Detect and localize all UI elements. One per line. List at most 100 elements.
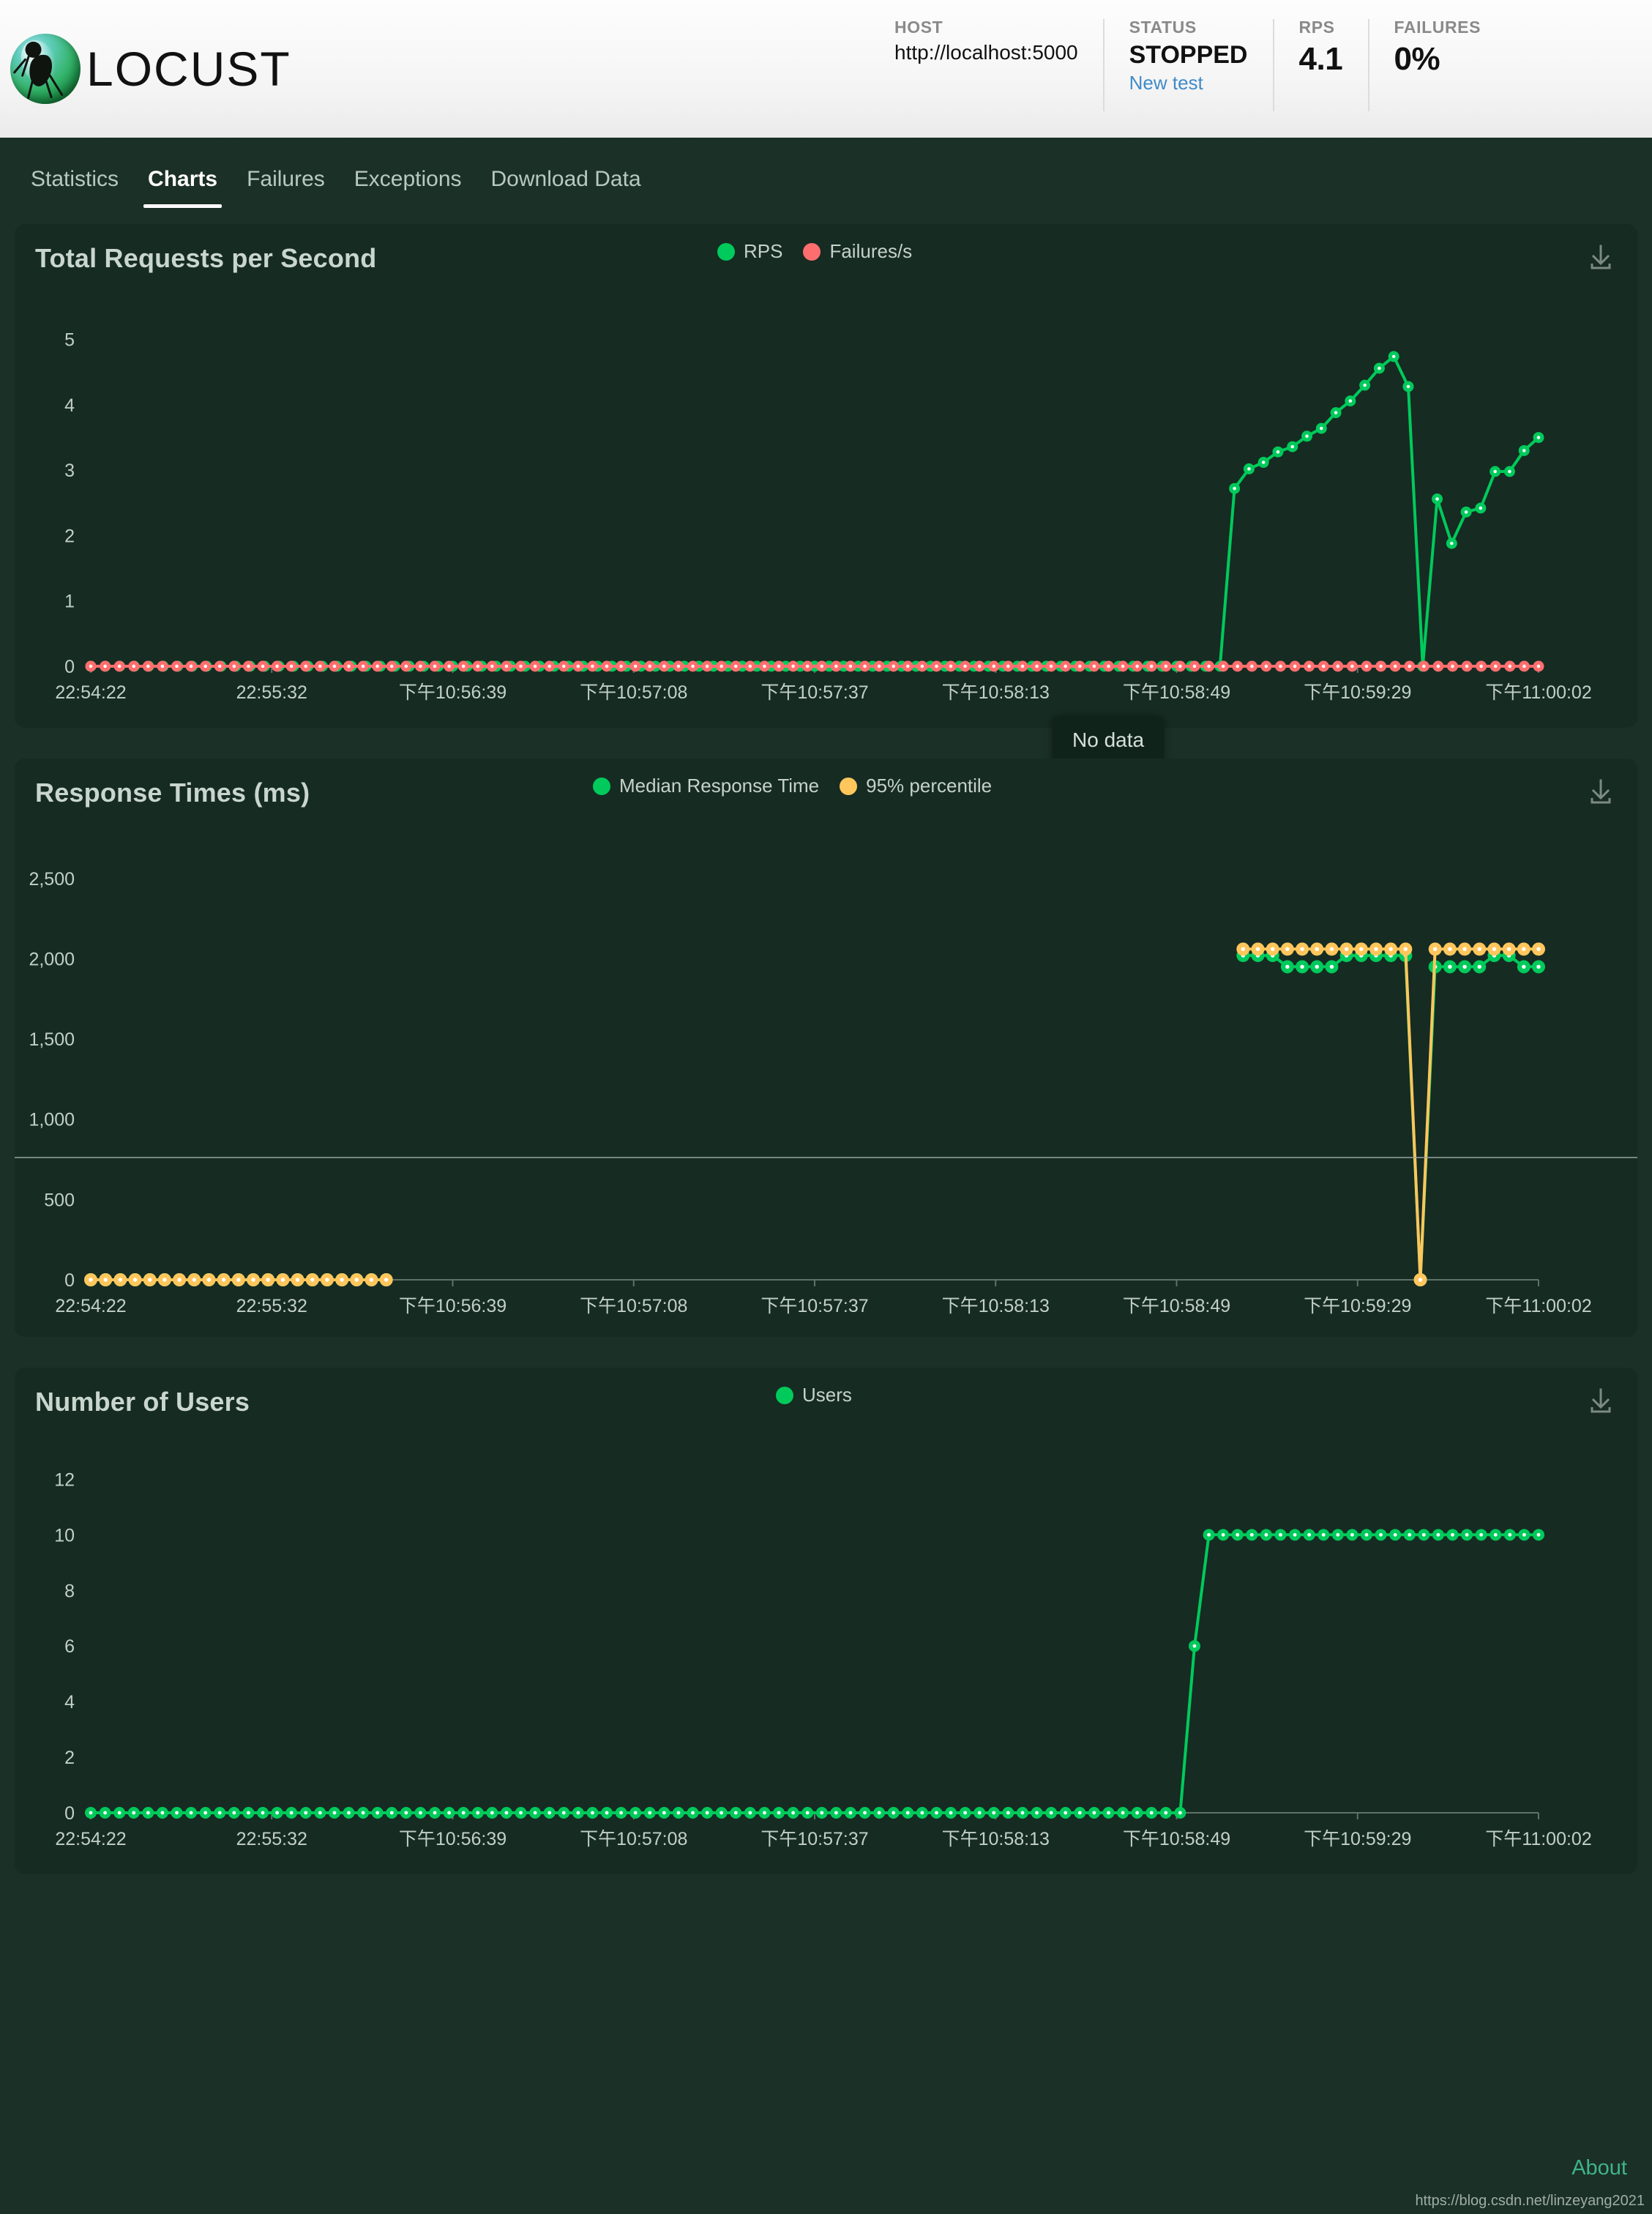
svg-text:下午11:00:02: 下午11:00:02 (1485, 1829, 1591, 1849)
chart-title-users: Number of Users (35, 1387, 250, 1417)
svg-text:下午10:59:29: 下午10:59:29 (1304, 682, 1411, 703)
legend-item-failures[interactable]: Failures/s (803, 240, 912, 263)
stat-status-label: STATUS (1129, 18, 1197, 37)
svg-text:22:55:32: 22:55:32 (236, 1296, 307, 1316)
no-data-tooltip: No data (1053, 716, 1165, 764)
svg-text:2: 2 (64, 526, 75, 546)
svg-text:5: 5 (64, 330, 75, 351)
legend-label-failures: Failures/s (829, 240, 913, 262)
header-stats: HOST http://localhost:5000 STATUS STOPPE… (894, 19, 1506, 111)
legend-item-percentile[interactable]: 95% percentile (840, 775, 992, 797)
svg-text:22:55:32: 22:55:32 (236, 1829, 307, 1849)
charts-container: Total Requests per Second RPS Failures/s (0, 208, 1652, 1874)
legend-item-rps[interactable]: RPS (717, 240, 782, 263)
svg-text:1,000: 1,000 (29, 1110, 75, 1130)
svg-text:1: 1 (64, 592, 75, 612)
download-icon[interactable] (1585, 776, 1617, 808)
svg-text:下午10:57:08: 下午10:57:08 (580, 1829, 687, 1849)
svg-text:500: 500 (44, 1190, 75, 1210)
svg-text:下午10:58:49: 下午10:58:49 (1123, 1296, 1230, 1316)
svg-text:22:54:22: 22:54:22 (55, 1296, 126, 1316)
svg-text:2: 2 (64, 1748, 75, 1768)
svg-text:下午10:56:39: 下午10:56:39 (399, 682, 507, 703)
stat-host-value: http://localhost:5000 (894, 41, 1078, 64)
chart-legend-rps: RPS Failures/s (717, 240, 912, 263)
tab-exceptions[interactable]: Exceptions (340, 167, 476, 208)
chart-header-users: Number of Users Users (15, 1368, 1637, 1438)
svg-text:22:54:22: 22:54:22 (55, 1829, 126, 1849)
chart-card-users: Number of Users Users 0 2 4 6 8 10 12 22:54:22 2… (15, 1368, 1637, 1874)
chart-plot-rps[interactable]: 0 1 2 3 4 5 22:54:22 22:55:32 下午10:56:39 下午10:57:… (15, 294, 1637, 719)
chart-title-response-times: Response Times (ms) (35, 778, 310, 808)
chart-header-rps: Total Requests per Second RPS Failures/s (15, 224, 1637, 294)
svg-text:1,500: 1,500 (29, 1029, 75, 1050)
stat-host: HOST http://localhost:5000 (894, 19, 1105, 111)
stat-failures: FAILURES 0% (1369, 19, 1506, 111)
svg-text:下午10:58:13: 下午10:58:13 (942, 682, 1050, 703)
svg-text:下午10:56:39: 下午10:56:39 (399, 1829, 507, 1849)
stat-status-value: STOPPED (1129, 41, 1248, 69)
legend-label-users: Users (802, 1384, 852, 1406)
legend-swatch-rps (717, 242, 735, 261)
svg-text:10: 10 (54, 1525, 75, 1546)
legend-label-percentile: 95% percentile (866, 775, 993, 797)
tab-failures[interactable]: Failures (232, 167, 340, 208)
svg-text:下午10:57:08: 下午10:57:08 (580, 682, 687, 703)
stat-failures-value: 0% (1394, 41, 1440, 77)
download-icon[interactable] (1585, 242, 1617, 274)
logo-text: LOCUST (86, 42, 291, 96)
svg-text:0: 0 (64, 1270, 75, 1291)
svg-text:12: 12 (54, 1469, 75, 1490)
stat-rps-value: 4.1 (1298, 41, 1343, 77)
watermark-text: https://blog.csdn.net/linzeyang2021 (1415, 2193, 1645, 2209)
svg-text:下午11:00:02: 下午11:00:02 (1485, 682, 1591, 703)
svg-text:4: 4 (64, 395, 75, 416)
svg-text:4: 4 (64, 1692, 75, 1712)
page-footer: About https://blog.csdn.net/linzeyang202… (0, 2138, 1652, 2214)
about-link[interactable]: About (1571, 2156, 1627, 2180)
tab-download-data[interactable]: Download Data (476, 167, 656, 208)
chart-header-response-times: Response Times (ms) Median Response Time… (15, 758, 1637, 829)
svg-text:下午10:57:37: 下午10:57:37 (760, 682, 868, 703)
svg-text:2,500: 2,500 (29, 869, 75, 890)
legend-swatch-median (593, 777, 610, 795)
svg-text:下午10:58:13: 下午10:58:13 (942, 1829, 1050, 1849)
svg-text:下午10:58:49: 下午10:58:49 (1123, 1829, 1230, 1849)
locust-logo-icon (10, 34, 81, 104)
chart-title-rps: Total Requests per Second (35, 243, 377, 273)
stat-status: STATUS STOPPED New test (1105, 19, 1274, 111)
chart-plot-response-times[interactable]: 0 500 1,000 1,500 2,000 2,500 22:54:22 22:55:32… (15, 829, 1637, 1330)
legend-swatch-users (776, 1386, 793, 1404)
app-header: LOCUST HOST http://localhost:5000 STATUS… (0, 0, 1652, 138)
svg-text:2,000: 2,000 (29, 949, 75, 969)
legend-item-users[interactable]: Users (776, 1384, 852, 1406)
svg-text:22:55:32: 22:55:32 (236, 682, 307, 703)
new-test-link[interactable]: New test (1129, 72, 1248, 94)
svg-text:下午10:59:29: 下午10:59:29 (1304, 1296, 1411, 1316)
download-icon[interactable] (1585, 1385, 1617, 1417)
tab-statistics[interactable]: Statistics (16, 167, 133, 208)
stat-rps-label: RPS (1298, 18, 1335, 37)
svg-text:下午10:56:39: 下午10:56:39 (399, 1296, 507, 1316)
chart-card-rps: Total Requests per Second RPS Failures/s (15, 224, 1637, 764)
svg-text:3: 3 (64, 461, 75, 481)
svg-text:下午10:57:08: 下午10:57:08 (580, 1296, 687, 1316)
svg-text:下午10:57:37: 下午10:57:37 (760, 1296, 868, 1316)
svg-text:0: 0 (64, 1803, 75, 1824)
svg-text:0: 0 (64, 657, 75, 677)
chart-legend-response-times: Median Response Time 95% percentile (593, 775, 992, 797)
stat-host-label: HOST (894, 18, 943, 37)
svg-text:下午10:58:13: 下午10:58:13 (942, 1296, 1050, 1316)
legend-item-median[interactable]: Median Response Time (593, 775, 819, 797)
screen-divider (15, 1157, 1637, 1158)
svg-text:6: 6 (64, 1636, 75, 1657)
legend-label-rps: RPS (744, 240, 783, 262)
chart-plot-users[interactable]: 0 2 4 6 8 10 12 22:54:22 22:55:32 下午10:56:39 下午10:… (15, 1438, 1637, 1865)
legend-label-median: Median Response Time (619, 775, 820, 797)
stat-failures-label: FAILURES (1394, 18, 1481, 37)
svg-text:下午11:00:02: 下午11:00:02 (1485, 1296, 1591, 1316)
svg-text:8: 8 (64, 1581, 75, 1601)
chart-card-response-times: Response Times (ms) Median Response Time… (15, 758, 1637, 1337)
tab-charts[interactable]: Charts (133, 167, 232, 208)
svg-text:下午10:58:49: 下午10:58:49 (1123, 682, 1230, 703)
